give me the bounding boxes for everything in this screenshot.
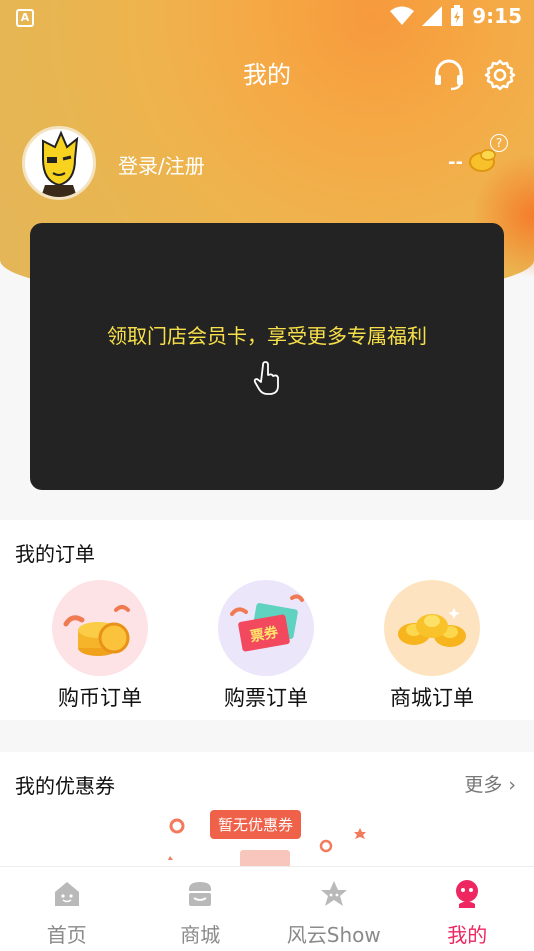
status-icons: 9:15: [390, 4, 522, 28]
ticket-orders-label: 购票订单: [196, 682, 336, 712]
app-notification-icon: A: [16, 9, 34, 27]
nav-show-label: 风云Show: [267, 919, 401, 948]
nav-profile[interactable]: 我的: [401, 867, 534, 951]
battery-icon: [450, 5, 464, 27]
shop-orders-button[interactable]: 商城订单: [362, 580, 502, 712]
coupons-more-link[interactable]: 更多 ›: [464, 770, 516, 797]
more-label: 更多: [464, 774, 502, 796]
help-icon[interactable]: ?: [490, 134, 508, 152]
status-bar: A 9:15: [0, 0, 534, 36]
coin-value: --: [448, 152, 463, 173]
coin-orders-button[interactable]: 购币订单: [30, 580, 170, 712]
nav-show[interactable]: 风云Show: [267, 867, 401, 951]
star-icon: [319, 879, 349, 909]
member-card-banner[interactable]: 领取门店会员卡，享受更多专属福利: [30, 223, 504, 490]
title-bar: 我的: [0, 55, 534, 95]
customer-service-icon[interactable]: [432, 58, 466, 92]
profile-row: 登录/注册 -- ?: [22, 126, 512, 202]
login-register-link[interactable]: 登录/注册: [118, 150, 205, 179]
avatar[interactable]: [22, 126, 96, 200]
ticket-icon: 票券: [218, 580, 314, 676]
tap-pointer-icon: [252, 361, 282, 395]
shop-icon: [185, 879, 215, 909]
coin-orders-label: 购币订单: [30, 682, 170, 712]
avatar-mascot-icon: [25, 129, 93, 197]
ticket-orders-button[interactable]: 票券 购票订单: [196, 580, 336, 712]
coupons-section: 我的优惠券 更多 › 暂无优惠券: [0, 752, 534, 870]
coins-icon: [52, 580, 148, 676]
orders-section: 我的订单 购币订单 票券 购票订单: [0, 520, 534, 720]
nav-shop[interactable]: 商城: [134, 867, 268, 951]
member-card-text: 领取门店会员卡，享受更多专属福利: [30, 320, 504, 349]
settings-icon[interactable]: [483, 58, 517, 92]
bottom-nav: 首页 商城 风云Show 我的: [0, 866, 534, 951]
shop-orders-label: 商城订单: [362, 682, 502, 712]
coin-balance[interactable]: -- ?: [440, 130, 512, 180]
gold-ingot-icon: [384, 580, 480, 676]
empty-coupons-badge: 暂无优惠券: [210, 810, 301, 839]
chevron-right-icon: ›: [508, 774, 516, 796]
page-title: 我的: [243, 61, 291, 89]
nav-shop-label: 商城: [134, 919, 268, 948]
coupons-title: 我的优惠券: [15, 770, 115, 799]
nav-home-label: 首页: [0, 919, 134, 948]
nav-home[interactable]: 首页: [0, 867, 134, 951]
profile-icon: [452, 879, 482, 909]
orders-title: 我的订单: [15, 538, 95, 567]
home-icon: [52, 879, 82, 909]
status-time: 9:15: [472, 4, 522, 28]
signal-icon: [422, 6, 442, 26]
nav-profile-label: 我的: [401, 919, 534, 948]
wifi-icon: [390, 6, 414, 26]
